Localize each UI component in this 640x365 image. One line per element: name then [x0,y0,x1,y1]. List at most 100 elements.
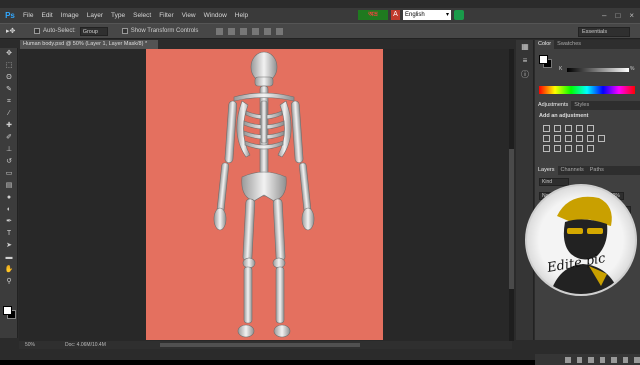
close-button[interactable]: × [629,11,634,20]
align-center-icon[interactable] [264,27,272,35]
workspace-dropdown[interactable]: Essentials [578,27,630,37]
vertical-scrollbar[interactable] [509,49,514,341]
pen-tool-icon[interactable]: ✒ [0,216,18,228]
threshold-icon[interactable] [565,145,572,152]
gradient-map-icon[interactable] [576,145,583,152]
channel-mixer-icon[interactable] [587,135,594,142]
menu-bar: Ps File Edit Image Layer Type Select Fil… [0,8,640,23]
marquee-tool-icon[interactable]: ⬚ [0,60,18,72]
minimize-button[interactable]: – [602,11,606,20]
keyboard-status-icon[interactable] [454,10,464,20]
menu-help[interactable]: Help [235,12,248,19]
adjustments-panel: Add an adjustment [535,110,640,166]
crop-tool-icon[interactable]: ⌗ [0,96,18,108]
hand-tool-icon[interactable]: ✋ [0,264,18,276]
black-white-icon[interactable] [565,135,572,142]
color-foreground-swatch[interactable] [539,55,548,64]
adjustments-title: Add an adjustment [539,113,589,119]
color-lookup-icon[interactable] [598,135,605,142]
tab-paths[interactable]: Paths [587,166,607,175]
move-tool-icon[interactable]: ▸✥ [6,27,20,35]
dodge-tool-icon[interactable]: ◐ [0,204,18,216]
menu-window[interactable]: Window [204,12,227,19]
history-brush-tool-icon[interactable]: ↺ [0,156,18,168]
vibrance-icon[interactable] [587,125,594,132]
auto-select-dropdown[interactable]: Group [79,26,108,36]
align-buttons [216,27,284,35]
align-bottom-icon[interactable] [240,27,248,35]
maximize-button[interactable]: □ [615,11,620,20]
tab-channels[interactable]: Channels [558,166,587,175]
tab-styles[interactable]: Styles [571,101,592,110]
document-tab[interactable]: Human body.psd @ 50% (Layer 1, Layer Mas… [20,40,158,49]
color-spectrum[interactable] [539,86,635,94]
zoom-level[interactable]: 50% [25,342,35,348]
avro-keyboard-icon[interactable]: অভ্র [358,10,388,20]
color-balance-icon[interactable] [554,135,561,142]
hue-saturation-icon[interactable] [543,135,550,142]
vertical-scroll-thumb[interactable] [509,149,514,289]
healing-brush-tool-icon[interactable]: ✚ [0,120,18,132]
photo-filter-icon[interactable] [576,135,583,142]
k-slider[interactable] [567,68,629,72]
menu-file[interactable]: File [23,12,33,19]
quick-select-tool-icon[interactable]: ✎ [0,84,18,96]
zoom-tool-icon[interactable]: ⚲ [0,276,18,288]
window-controls: – □ × [602,11,634,20]
eyedropper-tool-icon[interactable]: ⁄ [0,108,18,120]
tab-color[interactable]: Color [535,40,555,49]
brush-tool-icon[interactable]: ✐ [0,132,18,144]
blur-tool-icon[interactable]: ● [0,192,18,204]
type-tool-icon[interactable]: T [0,228,18,240]
adjustment-icons-row-1 [535,125,640,132]
history-panel-icon[interactable]: ▦ [516,40,534,54]
info-panel-icon[interactable]: ⓘ [516,68,534,82]
canvas[interactable] [146,49,383,340]
properties-panel-icon[interactable]: ≡ [516,54,534,68]
tab-layers[interactable]: Layers [535,166,558,175]
shape-tool-icon[interactable]: ▬ [0,252,18,264]
menu-filter[interactable]: Filter [159,12,173,19]
align-middle-icon[interactable] [228,27,236,35]
move-tool-icon[interactable]: ✥ [0,48,18,60]
options-bar: ▸✥ Auto-Select: Group Show Transform Con… [0,23,640,39]
menu-select[interactable]: Select [133,12,151,19]
tab-swatches[interactable]: Swatches [554,40,584,49]
foreground-color-swatch[interactable] [3,306,12,315]
levels-icon[interactable] [554,125,561,132]
menu-view[interactable]: View [182,12,196,19]
selective-color-icon[interactable] [587,145,594,152]
language-select[interactable]: English ▾ [403,10,451,20]
align-top-icon[interactable] [216,27,224,35]
exposure-icon[interactable] [576,125,583,132]
transform-controls-label: Show Transform Controls [130,28,199,34]
language-a-icon[interactable]: A [391,10,400,20]
layer-kind-filter[interactable]: Kind [539,178,569,186]
curves-icon[interactable] [565,125,572,132]
eraser-tool-icon[interactable]: ▭ [0,168,18,180]
watermark-logo: Edite pic [525,184,637,296]
clone-stamp-tool-icon[interactable]: ⊥ [0,144,18,156]
photoshop-window: Ps File Edit Image Layer Type Select Fil… [0,0,640,365]
menu-type[interactable]: Type [111,12,125,19]
tab-adjustments[interactable]: Adjustments [535,101,572,110]
menu-edit[interactable]: Edit [41,12,52,19]
path-select-tool-icon[interactable]: ➤ [0,240,18,252]
gradient-tool-icon[interactable]: ▤ [0,180,18,192]
photoshop-logo: Ps [5,11,15,20]
horizontal-scrollbar[interactable] [160,343,360,347]
brightness-contrast-icon[interactable] [543,125,550,132]
language-value: English [405,12,425,18]
menu-layer[interactable]: Layer [87,12,103,19]
align-right-icon[interactable] [276,27,284,35]
lasso-tool-icon[interactable]: ʘ [0,72,18,84]
transform-controls-checkbox[interactable] [121,28,128,34]
align-left-icon[interactable] [252,27,260,35]
invert-icon[interactable] [543,145,550,152]
menu-image[interactable]: Image [61,12,79,19]
document-size[interactable]: Doc: 4.06M/10.4M [65,342,106,348]
auto-select-checkbox[interactable] [34,28,40,34]
k-slider-value[interactable]: % [630,66,634,72]
posterize-icon[interactable] [554,145,561,152]
k-slider-label: K [559,66,563,72]
